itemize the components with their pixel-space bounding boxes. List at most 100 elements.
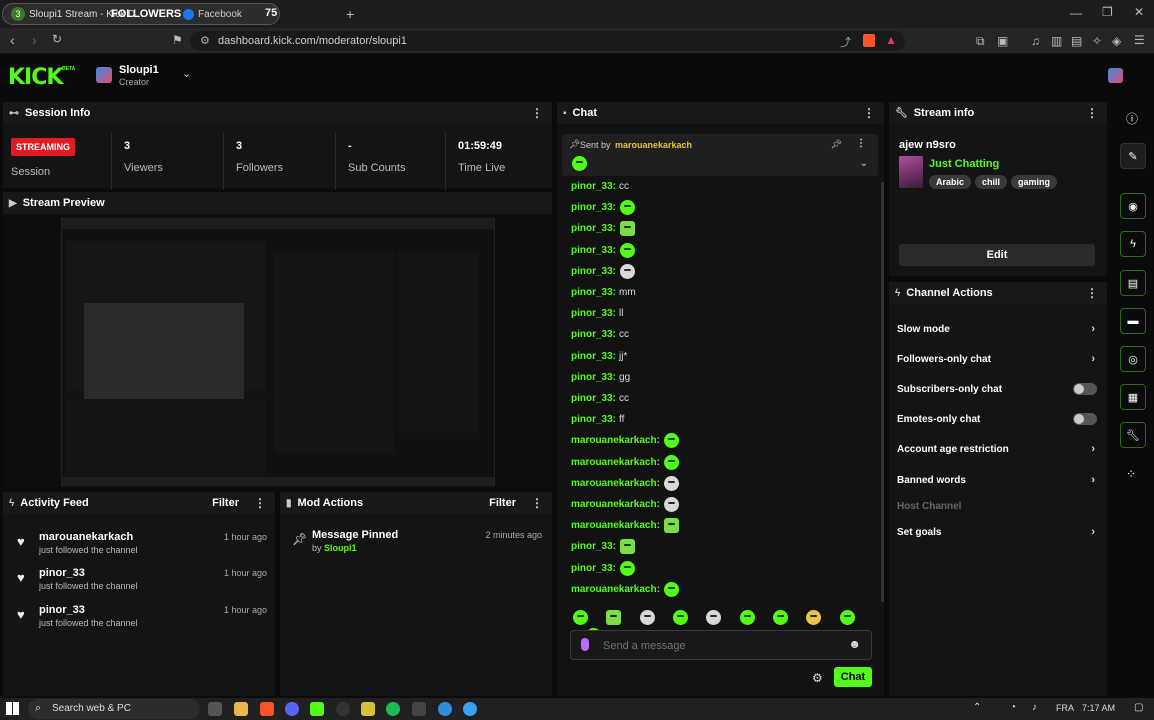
tag[interactable]: Arabic (929, 175, 972, 189)
more-options-icon[interactable]: ⋮ (1086, 286, 1098, 300)
chat-username[interactable]: pinor_33: (571, 351, 616, 362)
emote-quick-3[interactable] (639, 610, 655, 625)
channel-action-set-goals[interactable]: Set goals › (897, 522, 1107, 542)
taskbar-search[interactable]: ⌕ Search web & PC (28, 699, 200, 719)
broadcast-icon[interactable]: ◎ (1120, 346, 1146, 372)
emoji-icon[interactable]: ☻ (848, 637, 861, 651)
forward-icon[interactable]: › (32, 32, 37, 48)
emotes-only-toggle[interactable] (1073, 413, 1097, 425)
camera-icon[interactable]: ◉ (1120, 193, 1146, 219)
wrench-icon[interactable]: 🔧︎ (1120, 422, 1146, 448)
chat-username[interactable]: marouanekarkach: (571, 478, 660, 489)
info-icon[interactable]: ⓘ (1126, 110, 1138, 127)
channel-action-slow-mode[interactable]: Slow mode › (897, 319, 1107, 339)
chat-message[interactable]: pinor_33: cc (571, 388, 629, 409)
chat-send-button[interactable]: Chat (834, 667, 872, 687)
channel-action-account-age[interactable]: Account age restriction › (897, 439, 1107, 459)
chat-username[interactable]: pinor_33: (571, 393, 616, 404)
chevron-down-icon[interactable]: ⌄ (860, 158, 868, 169)
chat-scrollbar[interactable] (881, 182, 884, 602)
tag[interactable]: chill (975, 175, 1008, 189)
chat-username[interactable]: pinor_33: (571, 181, 616, 192)
chat-message[interactable]: pinor_33: ff (571, 409, 624, 430)
chat-message[interactable]: pinor_33: (571, 261, 636, 282)
more-options-icon[interactable]: ⋮ (531, 106, 543, 120)
app-e-icon[interactable] (361, 702, 375, 716)
activity-user[interactable]: marouanekarkach (39, 531, 133, 543)
chat-message[interactable]: pinor_33: (571, 240, 636, 261)
channel-action-banned-words[interactable]: Banned words › (897, 470, 1107, 490)
chat-message[interactable]: marouanekarkach: (571, 452, 679, 473)
more-options-icon[interactable]: ⋮ (1086, 106, 1098, 120)
chat-message[interactable]: pinor_33: (571, 558, 636, 579)
chat-username[interactable]: marouanekarkach: (571, 520, 660, 531)
more-options-icon[interactable]: ⋮ (254, 496, 266, 510)
chat-message[interactable]: marouanekarkach: (571, 494, 679, 515)
chat-username[interactable]: pinor_33: (571, 308, 616, 319)
emote-quick-6[interactable] (739, 610, 755, 625)
app-blue-icon[interactable] (438, 702, 452, 716)
file-explorer-icon[interactable] (234, 702, 248, 716)
language-indicator[interactable]: FRA (1056, 703, 1074, 713)
activity-user[interactable]: pinor_33 (39, 567, 85, 579)
clock-time[interactable]: 7:17 AM (1082, 703, 1115, 713)
emote-quick-7[interactable] (773, 610, 789, 625)
mic-icon[interactable] (581, 638, 589, 651)
chevron-down-icon[interactable]: ⌄ (182, 67, 191, 80)
extensions-icon[interactable]: ⧉ (976, 34, 985, 49)
chat-message[interactable]: pinor_33: (571, 197, 636, 218)
filter-button[interactable]: Filter (212, 497, 239, 509)
brave-shield-icon[interactable] (863, 34, 875, 47)
spotify-icon[interactable] (386, 702, 400, 716)
layers-icon[interactable]: ▦ (1120, 384, 1146, 410)
music-icon[interactable]: ♫ (1031, 34, 1040, 48)
close-icon[interactable]: ✕ (1134, 5, 1144, 19)
channel-name[interactable]: Sloupi1 (119, 64, 159, 76)
reload-icon[interactable]: ↻ (52, 32, 62, 46)
pinned-more-icon[interactable]: ⋮ (856, 138, 866, 149)
chat-message[interactable]: marouanekarkach: (571, 473, 679, 494)
site-settings-icon[interactable]: ⚙ (200, 34, 210, 47)
chat-input[interactable] (603, 637, 833, 655)
activity-user[interactable]: pinor_33 (39, 604, 85, 616)
back-icon[interactable]: ‹ (10, 32, 15, 48)
emote-quick-4[interactable] (673, 610, 689, 625)
sidebar-icon[interactable]: ▥ (1051, 34, 1062, 48)
rewards-icon[interactable]: ▲ (885, 33, 897, 47)
kick-app-icon[interactable] (310, 702, 324, 716)
chat-message[interactable]: pinor_33: (571, 218, 636, 239)
bookmark-icon[interactable]: ⚑ (172, 33, 183, 47)
app-blue-2-icon[interactable] (463, 702, 477, 716)
task-view-icon[interactable] (208, 702, 222, 716)
stream-video[interactable] (61, 218, 495, 486)
stream-category[interactable]: Just Chatting (929, 158, 999, 170)
more-options-icon[interactable]: ⋮ (863, 106, 875, 120)
document-icon[interactable]: ▤ (1120, 270, 1146, 296)
leo-icon[interactable]: ✧ (1092, 34, 1102, 48)
chat-username[interactable]: pinor_33: (571, 329, 616, 340)
minimize-icon[interactable]: — (1070, 6, 1082, 20)
chat-message[interactable]: pinor_33: (571, 536, 636, 557)
chat-message[interactable]: pinor_33: mm (571, 282, 636, 303)
chat-username[interactable]: pinor_33: (571, 372, 616, 383)
lightning-icon[interactable]: ϟ (1120, 231, 1146, 257)
chat-message[interactable]: marouanekarkach: (571, 579, 679, 600)
chat-username[interactable]: pinor_33: (571, 202, 616, 213)
pinned-user[interactable]: marouanekarkach (615, 140, 692, 150)
tag[interactable]: gaming (1011, 175, 1058, 189)
screenshot-icon[interactable]: ▣ (997, 34, 1008, 48)
subscribers-only-toggle[interactable] (1073, 383, 1097, 395)
edit-button[interactable]: Edit (899, 244, 1095, 266)
chat-username[interactable]: pinor_33: (571, 541, 616, 552)
network-icon[interactable]: ◔ (1010, 702, 1016, 713)
menu-icon[interactable]: ☰ (1134, 33, 1145, 47)
channel-action-followers-only[interactable]: Followers-only chat › (897, 349, 1107, 369)
emote-quick-8[interactable] (806, 610, 822, 625)
chat-username[interactable]: marouanekarkach: (571, 457, 660, 468)
steam-icon[interactable] (336, 702, 350, 716)
more-options-icon[interactable]: ⋮ (531, 496, 543, 510)
brave-icon[interactable] (260, 702, 274, 716)
browser-tab[interactable]: 3 Sloupi1 Stream - Kick D... FOLLOWERS F… (2, 3, 280, 25)
new-tab-icon[interactable]: + (346, 6, 354, 22)
chat-message[interactable]: marouanekarkach: (571, 515, 679, 536)
